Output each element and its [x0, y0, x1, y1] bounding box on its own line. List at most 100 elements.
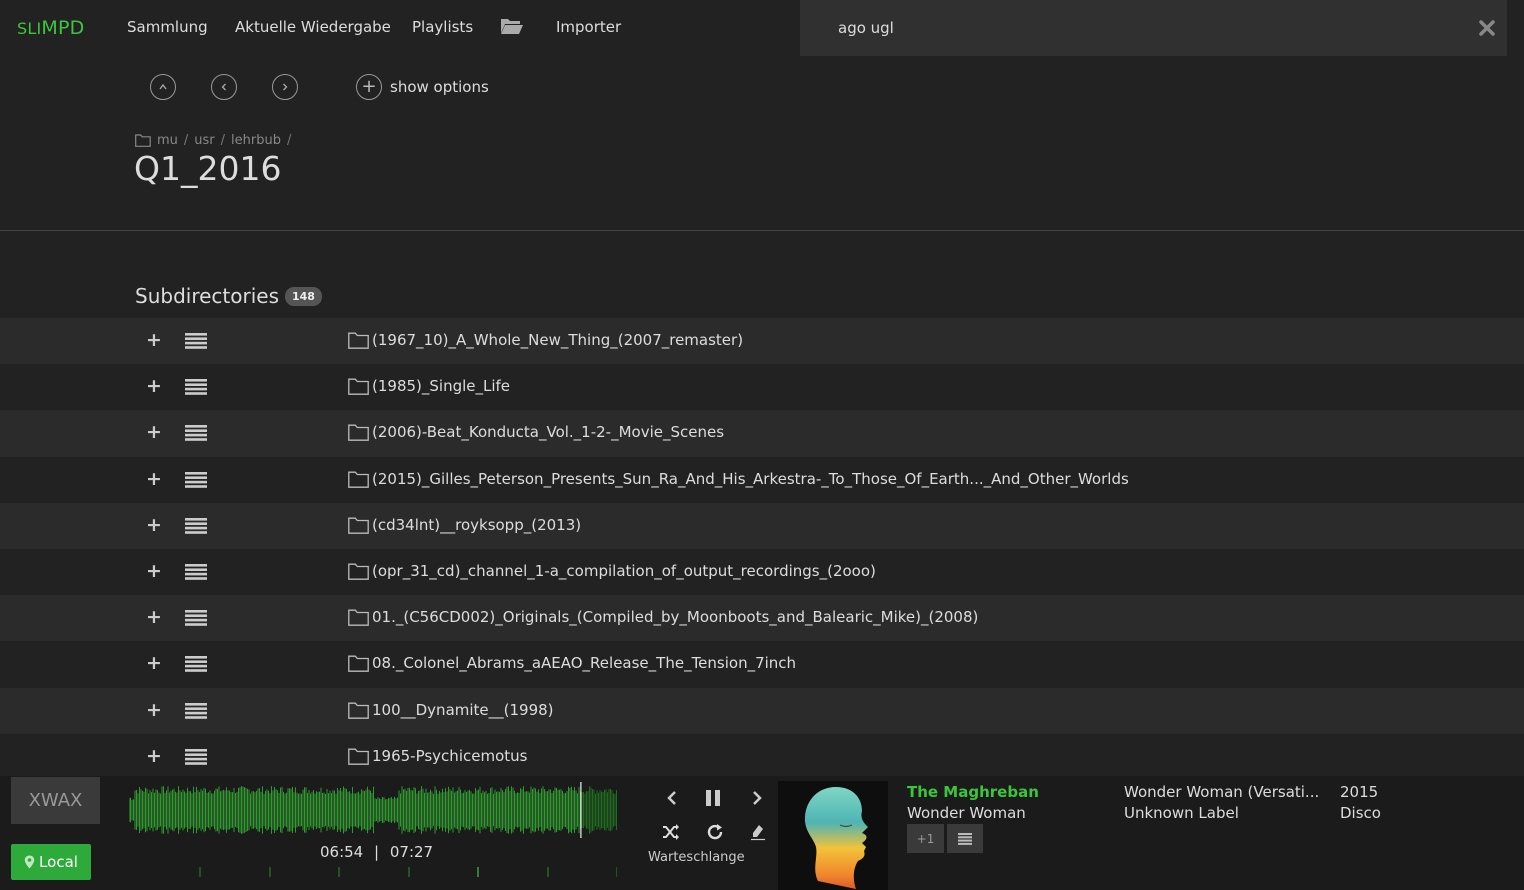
player-bar: XWAX Local 06:54 | 07:27 Warteschlange T…	[0, 776, 1524, 890]
time-display: 06:54 | 07:27	[320, 843, 433, 861]
subdirectory-row[interactable]: + (cd34lnt)__royksopp_(2013)	[0, 502, 1524, 549]
local-label: Local	[39, 853, 78, 871]
album-cover-art	[778, 781, 888, 890]
folder-icon	[348, 563, 369, 580]
folder-open-icon[interactable]	[500, 16, 524, 36]
add-icon[interactable]: +	[146, 607, 162, 627]
subdirectory-row[interactable]: +08._Colonel_Abrams_aAEAO_Release_The_Te…	[0, 641, 1524, 688]
album-cover[interactable]	[778, 781, 888, 890]
subdirectory-row[interactable]: + (2006)-Beat_Konducta_Vol._1-2-_Movie_Sc…	[0, 410, 1524, 457]
pause-icon[interactable]	[703, 788, 723, 808]
chevron-right-icon	[283, 83, 288, 91]
add-icon[interactable]: +	[146, 422, 162, 442]
list-icon[interactable]	[184, 702, 208, 720]
list-icon[interactable]	[184, 517, 208, 535]
track-album[interactable]: Wonder Woman (Versati...	[1124, 783, 1319, 801]
add-icon[interactable]: +	[146, 561, 162, 581]
list-icon[interactable]	[184, 332, 208, 350]
folder-icon	[348, 471, 369, 488]
directory-up-button[interactable]	[150, 74, 176, 100]
track-genre[interactable]: Disco	[1340, 804, 1381, 822]
list-icon[interactable]	[184, 609, 208, 627]
breadcrumb-item-mu[interactable]: mu	[157, 133, 178, 148]
folder-icon	[135, 134, 151, 147]
subdirectory-row[interactable]: + (2015)_Gilles_Peterson_Presents_Sun_Ra_…	[0, 456, 1524, 503]
nav-importer[interactable]: Importer	[556, 18, 621, 36]
time-separator: |	[374, 843, 380, 861]
subdirectory-row[interactable]: + (1967_10)_A_Whole_New_Thing_(2007_remas…	[0, 318, 1524, 365]
subdirectory-name[interactable]: (1967_10)_A_Whole_New_Thing_(2007_remast…	[372, 331, 743, 349]
list-icon[interactable]	[184, 748, 208, 766]
directory-previous-button[interactable]	[211, 74, 237, 100]
breadcrumb-item-lehrbub[interactable]: lehrbub	[231, 133, 281, 148]
nav-sammlung[interactable]: Sammlung	[127, 18, 208, 36]
list-icon[interactable]	[184, 563, 208, 581]
add-icon[interactable]: +	[146, 653, 162, 673]
add-icon[interactable]: +	[146, 330, 162, 350]
directory-next-button[interactable]	[272, 74, 298, 100]
chevron-up-icon	[159, 83, 167, 90]
page-title: Q1_2016	[134, 149, 282, 188]
folder-icon	[348, 424, 369, 442]
subdirectory-name[interactable]: 01._(C56CD002)_Originals_(Compiled_by_Mo…	[372, 608, 978, 626]
list-icon[interactable]	[184, 655, 208, 673]
list-icon[interactable]	[184, 378, 208, 396]
subdirectory-row[interactable]: + (1985)_Single_Life	[0, 364, 1524, 411]
nav-playlists[interactable]: Playlists	[412, 18, 473, 36]
track-label[interactable]: Unknown Label	[1124, 804, 1239, 822]
queue-label[interactable]: Warteschlange	[648, 850, 745, 865]
subdirectory-name[interactable]: (cd34lnt)__royksopp_(2013)	[372, 516, 581, 534]
folder-icon	[348, 517, 369, 534]
subdirectory-name[interactable]: (2006)-Beat_Konducta_Vol._1-2-_Movie_Sce…	[372, 423, 724, 441]
add-to-queue-button[interactable]: +1	[907, 824, 944, 853]
breadcrumb-separator: /	[286, 133, 292, 148]
xwax-deck-button[interactable]: XWAX	[11, 777, 100, 824]
add-icon[interactable]: +	[146, 700, 162, 720]
folder-icon	[348, 702, 369, 719]
show-options-button[interactable]: + show options	[356, 73, 489, 101]
breadcrumb-separator: /	[220, 133, 226, 148]
subdirectory-name[interactable]: (2015)_Gilles_Peterson_Presents_Sun_Ra_A…	[372, 470, 1129, 488]
brand-part-b: MPD	[41, 17, 85, 39]
eraser-icon[interactable]	[750, 823, 766, 841]
nav-aktuelle-wiedergabe[interactable]: Aktuelle Wiedergabe	[235, 18, 391, 36]
track-menu-button[interactable]	[947, 824, 983, 853]
folder-icon	[348, 378, 369, 396]
elapsed-time: 06:54	[320, 843, 364, 861]
waveform-markers	[199, 867, 617, 877]
subdirectories-list: + (1967_10)_A_Whole_New_Thing_(2007_remas…	[0, 318, 1524, 780]
local-player-button[interactable]: Local	[11, 844, 91, 880]
add-icon[interactable]: +	[146, 746, 162, 766]
plus-circle-icon: +	[356, 74, 382, 100]
waveform-seekbar[interactable]	[129, 782, 617, 838]
subdirectory-name[interactable]: 1965-Psychicemotus	[372, 747, 527, 765]
subdirectories-count-badge: 148	[284, 286, 322, 306]
subdirectory-row[interactable]: +100__Dynamite__(1998)	[0, 687, 1524, 734]
list-icon[interactable]	[184, 471, 208, 489]
subdirectory-name[interactable]: 100__Dynamite__(1998)	[372, 701, 554, 719]
add-icon[interactable]: +	[146, 469, 162, 489]
track-year[interactable]: 2015	[1340, 783, 1378, 801]
subdirectory-row[interactable]: + (opr_31_cd)_channel_1-a_compilation_of_…	[0, 548, 1524, 596]
previous-icon[interactable]	[662, 788, 682, 808]
close-icon[interactable]	[1478, 19, 1496, 37]
breadcrumb-item-usr[interactable]: usr	[194, 133, 214, 148]
track-artist[interactable]: The Maghreban	[907, 783, 1039, 801]
subdirectories-label: Subdirectories	[135, 284, 279, 308]
subdirectory-name[interactable]: (opr_31_cd)_channel_1-a_compilation_of_o…	[372, 562, 876, 580]
app-logo[interactable]: SLIMPD	[17, 17, 84, 39]
shuffle-icon[interactable]	[662, 823, 680, 841]
subdirectory-name[interactable]: 08._Colonel_Abrams_aAEAO_Release_The_Ten…	[372, 654, 796, 672]
add-icon[interactable]: +	[146, 376, 162, 396]
list-icon[interactable]	[184, 424, 208, 442]
subdirectories-heading: Subdirectories 148	[135, 284, 322, 308]
repeat-icon[interactable]	[706, 823, 724, 841]
add-icon[interactable]: +	[146, 515, 162, 535]
next-icon[interactable]	[747, 788, 767, 808]
folder-icon	[348, 609, 369, 626]
subdirectory-name[interactable]: (1985)_Single_Life	[372, 377, 510, 395]
subdirectory-row[interactable]: +1965-Psychicemotus	[0, 733, 1524, 780]
subdirectory-row[interactable]: +01._(C56CD002)_Originals_(Compiled_by_M…	[0, 595, 1524, 642]
track-title[interactable]: Wonder Woman	[907, 804, 1026, 822]
search-input[interactable]	[838, 16, 1438, 40]
